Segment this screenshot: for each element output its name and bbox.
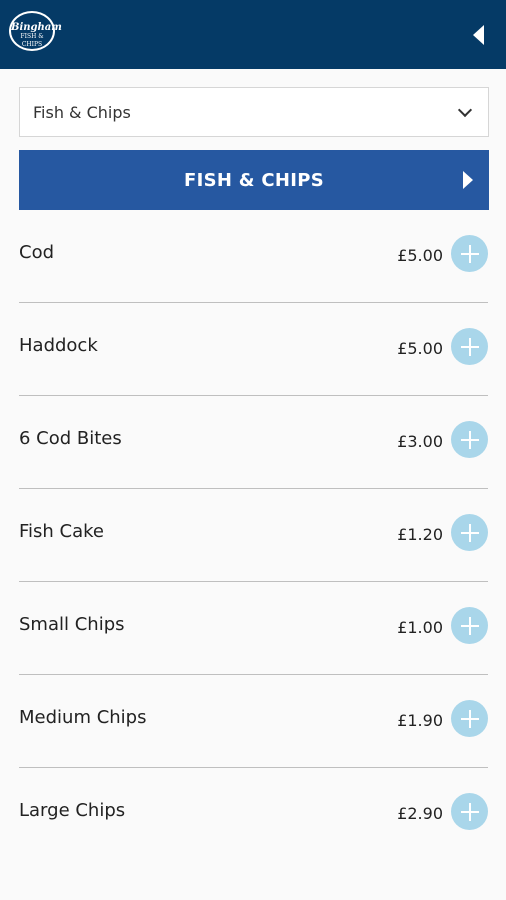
top-bar: Bingham FISH & CHIPS <box>0 0 506 69</box>
add-item-button[interactable] <box>451 607 488 644</box>
logo-subtext: FISH & CHIPS <box>20 33 44 48</box>
menu-item: Large Chips £2.90 <box>19 768 488 860</box>
menu-item: 6 Cod Bites £3.00 <box>19 396 488 489</box>
item-name: Haddock <box>19 335 98 356</box>
chevron-down-icon <box>457 102 473 118</box>
add-item-button[interactable] <box>451 328 488 365</box>
category-header-button[interactable]: FISH & CHIPS <box>19 150 489 210</box>
item-price: £2.90 <box>397 804 443 823</box>
menu-item: Haddock £5.00 <box>19 303 488 396</box>
item-name: Medium Chips <box>19 707 147 728</box>
item-price: £1.20 <box>397 525 443 544</box>
menu-item: Small Chips £1.00 <box>19 582 488 675</box>
menu-item: Fish Cake £1.20 <box>19 489 488 582</box>
item-price: £5.00 <box>397 246 443 265</box>
menu-item: Cod £5.00 <box>19 210 488 303</box>
add-item-button[interactable] <box>451 514 488 551</box>
back-button[interactable] <box>468 24 488 46</box>
add-item-button[interactable] <box>451 700 488 737</box>
item-name: Large Chips <box>19 800 126 821</box>
item-price: £1.00 <box>397 618 443 637</box>
category-title: FISH & CHIPS <box>184 169 324 191</box>
item-name: Cod <box>19 242 55 263</box>
logo-text: Bingham <box>11 22 62 33</box>
chevron-right-icon <box>463 171 473 189</box>
item-name: Fish Cake <box>19 521 105 542</box>
category-select[interactable]: Fish & Chips <box>19 87 489 137</box>
add-item-button[interactable] <box>451 235 488 272</box>
item-price: £5.00 <box>397 339 443 358</box>
item-name: Small Chips <box>19 614 125 635</box>
item-name: 6 Cod Bites <box>19 428 122 449</box>
brand-logo: Bingham FISH & CHIPS <box>9 11 62 51</box>
add-item-button[interactable] <box>451 793 488 830</box>
back-triangle-icon <box>472 25 484 45</box>
item-price: £1.90 <box>397 711 443 730</box>
menu-list: Cod £5.00 Haddock £5.00 6 Cod Bites £3.0… <box>0 210 506 860</box>
menu-item: Medium Chips £1.90 <box>19 675 488 768</box>
item-price: £3.00 <box>397 432 443 451</box>
category-select-value: Fish & Chips <box>33 102 131 122</box>
add-item-button[interactable] <box>451 421 488 458</box>
